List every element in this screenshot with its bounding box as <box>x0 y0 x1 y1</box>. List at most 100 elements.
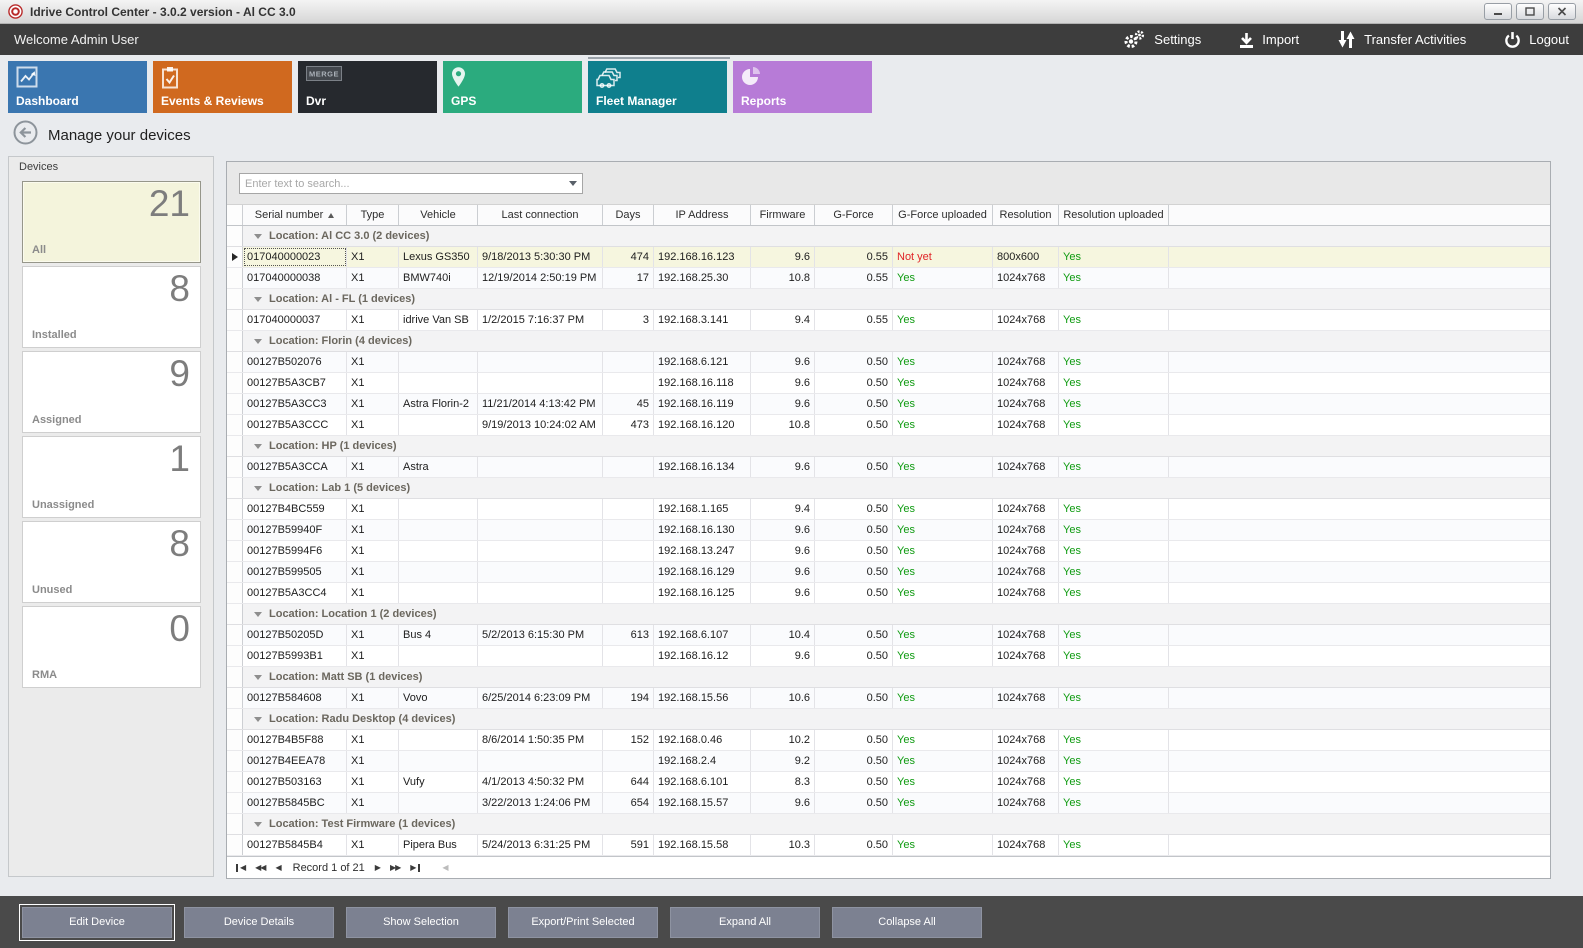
group-row[interactable]: Location: Radu Desktop (4 devices) <box>227 709 1550 730</box>
device-filter-all[interactable]: 21All <box>22 181 201 263</box>
device-row[interactable]: 00127B4B5F88X18/6/2014 1:50:35 PM152192.… <box>227 730 1550 751</box>
device-row[interactable]: 00127B4EEA78X1192.168.2.49.20.50Yes1024x… <box>227 751 1550 772</box>
column-header-vehicle[interactable]: Vehicle <box>399 205 478 225</box>
column-header-firmware[interactable]: Firmware <box>751 205 815 225</box>
menu-transfer[interactable]: Transfer Activities <box>1337 31 1466 48</box>
cell-resolution_uploaded: Yes <box>1059 310 1169 330</box>
device-row[interactable]: 00127B503163X1Vufy4/1/2013 4:50:32 PM644… <box>227 772 1550 793</box>
column-header-days[interactable]: Days <box>603 205 654 225</box>
cell-last_connection <box>478 562 603 582</box>
tab-gps[interactable]: GPS <box>443 61 582 113</box>
edit-device-button[interactable]: Edit Device <box>22 907 172 938</box>
device-row[interactable]: 00127B5A3CC4X1192.168.16.1259.60.50Yes10… <box>227 583 1550 604</box>
group-row[interactable]: Location: Al CC 3.0 (2 devices) <box>227 226 1550 247</box>
tab-events[interactable]: Events & Reviews <box>153 61 292 113</box>
group-row[interactable]: Location: Al - FL (1 devices) <box>227 289 1550 310</box>
prev-record-button[interactable]: ◀ <box>275 864 280 872</box>
tab-fleet[interactable]: Fleet Manager <box>588 61 727 113</box>
collapse-all-button[interactable]: Collapse All <box>832 907 982 938</box>
search-dropdown-button[interactable] <box>563 174 582 193</box>
cell-ip: 192.168.16.130 <box>654 520 751 540</box>
menu-transfer-label: Transfer Activities <box>1364 32 1466 47</box>
show-selection-button[interactable]: Show Selection <box>346 907 496 938</box>
cell-ip: 192.168.16.134 <box>654 457 751 477</box>
group-row[interactable]: Location: Test Firmware (1 devices) <box>227 814 1550 835</box>
svg-text:MERGE: MERGE <box>309 70 339 79</box>
next-record-button[interactable]: ▶ <box>375 864 380 872</box>
back-button[interactable] <box>13 120 38 150</box>
cell-type: X1 <box>347 457 399 477</box>
cell-gforce_uploaded: Yes <box>893 772 993 792</box>
maximize-button[interactable] <box>1516 3 1544 20</box>
cell-resolution: 1024x768 <box>993 583 1059 603</box>
device-filter-unused[interactable]: 8Unused <box>22 521 201 603</box>
device-row[interactable]: 00127B502076X1192.168.6.1219.60.50Yes102… <box>227 352 1550 373</box>
group-row[interactable]: Location: Matt SB (1 devices) <box>227 667 1550 688</box>
device-row[interactable]: 00127B5845B4X1Pipera Bus5/24/2013 6:31:2… <box>227 835 1550 856</box>
prev-page-button[interactable]: ◀◀ <box>255 864 265 872</box>
device-row[interactable]: 00127B5A3CC3X1Astra Florin-211/21/2014 4… <box>227 394 1550 415</box>
cell-days <box>603 457 654 477</box>
tab-reports[interactable]: Reports <box>733 61 872 113</box>
menu-import[interactable]: Import <box>1239 32 1299 48</box>
row-filler <box>1169 772 1550 792</box>
device-row[interactable]: 00127B5A3CCCX19/19/2013 10:24:02 AM47319… <box>227 415 1550 436</box>
column-header-gforce_uploaded[interactable]: G-Force uploaded <box>893 205 993 225</box>
device-row[interactable]: 017040000023X1Lexus GS3509/18/2013 5:30:… <box>227 247 1550 268</box>
group-row-label: Location: Test Firmware (1 devices) <box>269 818 455 830</box>
row-indicator <box>227 415 243 435</box>
device-filter-rma[interactable]: 0RMA <box>22 606 201 688</box>
device-row[interactable]: 017040000037X1idrive Van SB1/2/2015 7:16… <box>227 310 1550 331</box>
device-details-button[interactable]: Device Details <box>184 907 334 938</box>
device-row[interactable]: 00127B4BC559X1192.168.1.1659.40.50Yes102… <box>227 499 1550 520</box>
search-input[interactable] <box>240 178 563 190</box>
expand-all-button[interactable]: Expand All <box>670 907 820 938</box>
group-row[interactable]: Location: HP (1 devices) <box>227 436 1550 457</box>
column-header-resolution[interactable]: Resolution <box>993 205 1059 225</box>
group-row-content: Location: Lab 1 (5 devices) <box>243 478 1550 498</box>
column-header-ip[interactable]: IP Address <box>654 205 751 225</box>
cell-serial: 00127B503163 <box>243 772 347 792</box>
next-page-button[interactable]: ▶▶ <box>390 864 400 872</box>
menu-logout[interactable]: Logout <box>1504 31 1569 48</box>
device-row[interactable]: 00127B599505X1192.168.16.1299.60.50Yes10… <box>227 562 1550 583</box>
column-header-gforce[interactable]: G-Force <box>815 205 893 225</box>
tab-dashboard[interactable]: Dashboard <box>8 61 147 113</box>
device-filter-installed[interactable]: 8Installed <box>22 266 201 348</box>
cell-gforce_uploaded: Yes <box>893 793 993 813</box>
last-record-button[interactable]: ▶ <box>410 864 420 872</box>
device-row[interactable]: 00127B5A3CCAX1Astra192.168.16.1349.60.50… <box>227 457 1550 478</box>
menu-settings[interactable]: Settings <box>1122 30 1201 49</box>
first-record-button[interactable]: ◀ <box>236 864 245 872</box>
device-row[interactable]: 00127B50205DX1Bus 45/2/2013 6:15:30 PM61… <box>227 625 1550 646</box>
device-row[interactable]: 00127B584608X1Vovo6/25/2014 6:23:09 PM19… <box>227 688 1550 709</box>
export-print-selected-button[interactable]: Export/Print Selected <box>508 907 658 938</box>
column-header-label: G-Force <box>833 209 873 221</box>
cell-days <box>603 352 654 372</box>
tab-dvr[interactable]: MERGEDvr <box>298 61 437 113</box>
device-row[interactable]: 00127B5A3CB7X1192.168.16.1189.60.50Yes10… <box>227 373 1550 394</box>
group-row[interactable]: Location: Florin (4 devices) <box>227 331 1550 352</box>
device-row[interactable]: 00127B5845BCX13/22/2013 1:24:06 PM654192… <box>227 793 1550 814</box>
column-header-resolution_uploaded[interactable]: Resolution uploaded <box>1059 205 1169 225</box>
cell-resolution: 1024x768 <box>993 646 1059 666</box>
collapse-triangle-icon <box>254 675 262 680</box>
group-row[interactable]: Location: Lab 1 (5 devices) <box>227 478 1550 499</box>
device-row[interactable]: 00127B5994F6X1192.168.13.2479.60.50Yes10… <box>227 541 1550 562</box>
column-header-label: G-Force uploaded <box>898 209 987 221</box>
row-indicator <box>227 457 243 477</box>
column-header-type[interactable]: Type <box>347 205 399 225</box>
device-row[interactable]: 00127B59940FX1192.168.16.1309.60.50Yes10… <box>227 520 1550 541</box>
column-header-serial[interactable]: Serial number <box>243 205 347 225</box>
group-row[interactable]: Location: Location 1 (2 devices) <box>227 604 1550 625</box>
chevron-down-icon <box>569 181 577 186</box>
row-filler <box>1169 499 1550 519</box>
device-row[interactable]: 00127B5993B1X1192.168.16.129.60.50Yes102… <box>227 646 1550 667</box>
minimize-button[interactable] <box>1484 3 1512 20</box>
device-filter-assigned[interactable]: 9Assigned <box>22 351 201 433</box>
cell-days <box>603 541 654 561</box>
column-header-last_connection[interactable]: Last connection <box>478 205 603 225</box>
device-filter-unassigned[interactable]: 1Unassigned <box>22 436 201 518</box>
device-row[interactable]: 017040000038X1BMW740i12/19/2014 2:50:19 … <box>227 268 1550 289</box>
close-button[interactable] <box>1548 3 1576 20</box>
